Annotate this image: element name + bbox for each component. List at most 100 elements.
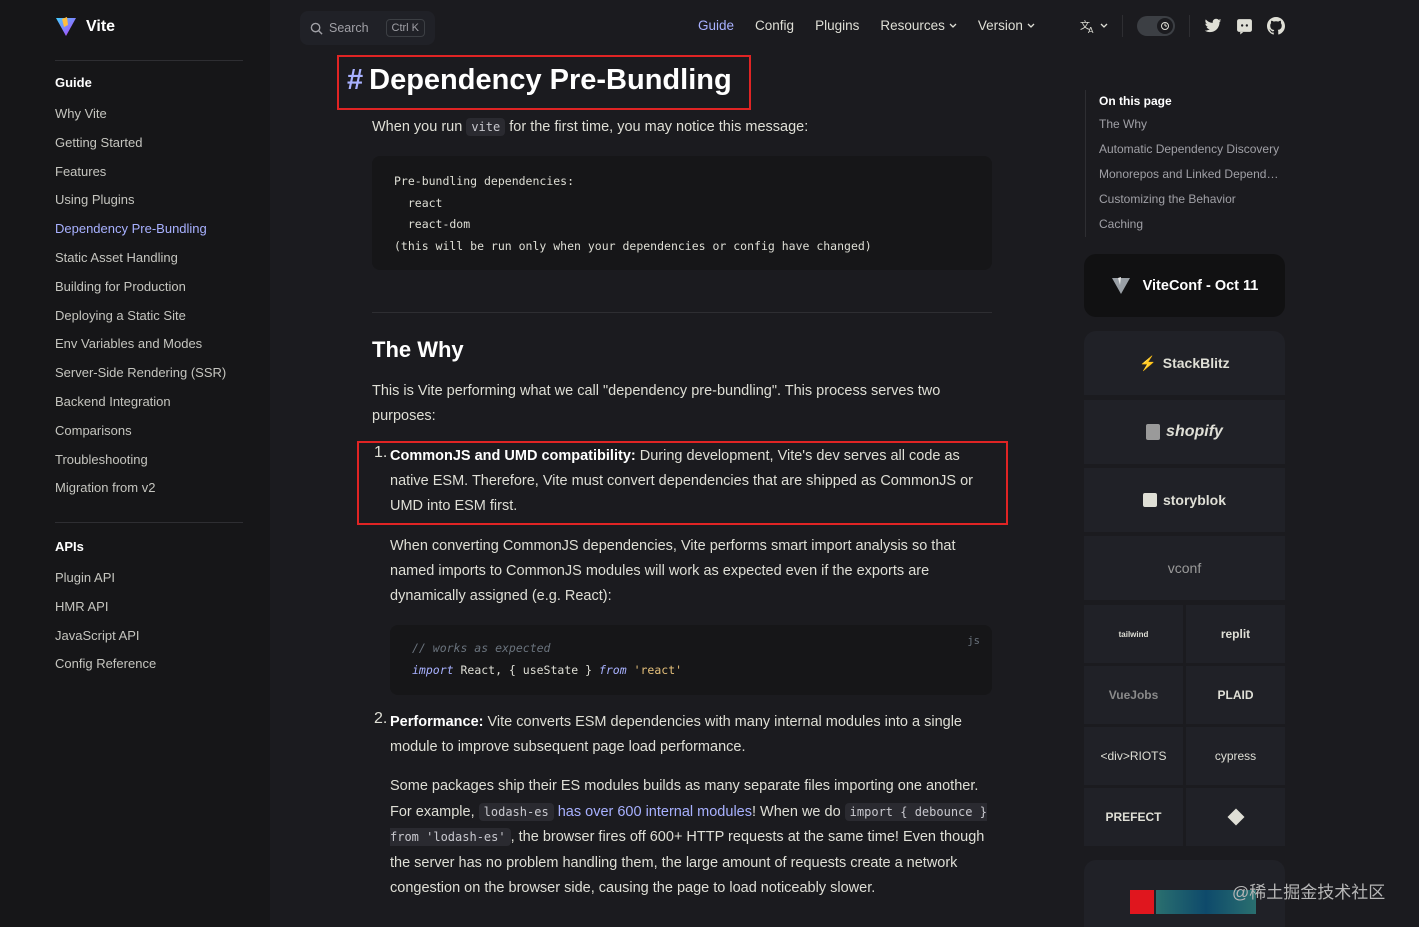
lodash-modules-link[interactable]: has over 600 internal modules (558, 804, 752, 820)
nav-tools: 文A (1080, 15, 1285, 37)
sponsor-vconf[interactable]: vconf (1084, 536, 1285, 600)
paragraph-text: ! When we do (751, 803, 845, 820)
bolt-icon: ⚡ (1139, 354, 1157, 371)
toc-item[interactable]: Monorepos and Linked Dependencies (1099, 162, 1285, 187)
sidebar-item[interactable]: Deploying a Static Site (55, 302, 243, 331)
sidebar-item[interactable]: Backend Integration (55, 388, 243, 417)
code-keyword: from (598, 662, 627, 677)
intro-text: for the first time, you may notice this … (505, 119, 809, 135)
intro-paragraph: When you run vite for the first time, yo… (372, 115, 992, 140)
sidebar-group-apis: APIs Plugin API HMR API JavaScript API Conf… (55, 539, 243, 679)
code-line: react (394, 195, 443, 210)
sponsor-vuejobs[interactable]: VueJobs (1084, 666, 1183, 724)
code-string: 'react' (626, 662, 683, 677)
sidebar-item[interactable]: Getting Started (55, 129, 243, 158)
nav-item-label: Config (755, 18, 795, 33)
sidebar-item[interactable]: Env Variables and Modes (55, 330, 243, 359)
code-lang-label: js (967, 635, 980, 647)
sidebar-item[interactable]: JavaScript API (55, 622, 243, 651)
toc-title: On this page (1099, 94, 1172, 108)
sponsor-label: shopify (1166, 423, 1223, 440)
sponsor-plaid[interactable]: PLAID (1186, 666, 1285, 724)
sidebar-item[interactable]: Dependency Pre-Bundling (55, 215, 243, 244)
code-content: Pre-bundling dependencies: react react-d… (394, 171, 970, 257)
toc-item[interactable]: Customizing the Behavior (1099, 187, 1285, 212)
sponsor-replit[interactable]: replit (1186, 605, 1285, 663)
translate-icon[interactable]: 文A (1080, 18, 1108, 34)
performance-explanation: Some packages ship their ES modules buil… (390, 774, 992, 902)
sponsor-label: VueJobs (1108, 688, 1159, 702)
sidebar-item[interactable]: Server-Side Rendering (SSR) (55, 359, 243, 388)
chevron-down-icon (1100, 23, 1108, 28)
nav-item-plugins[interactable]: Plugins (815, 18, 859, 33)
sidebar: Vite Guide Why Vite Getting Started Featur… (0, 0, 270, 927)
nav-item-label: Guide (698, 18, 735, 33)
sidebar-item[interactable]: Migration from v2 (55, 474, 243, 503)
commonjs-explanation: When converting CommonJS dependencies, V… (390, 538, 956, 604)
sidebar-item[interactable]: Using Plugins (55, 186, 243, 215)
nav-item-version[interactable]: Version (978, 18, 1035, 33)
sponsor-cypress[interactable]: cypress (1186, 727, 1285, 785)
section-intro: This is Vite performing what we call "de… (372, 383, 941, 424)
sponsor-storyblok[interactable]: storyblok (1084, 468, 1285, 532)
intro-text: When you run (372, 119, 467, 135)
nav-item-label: Version (977, 18, 1023, 33)
nav-item-resources[interactable]: Resources (880, 18, 957, 33)
search-label: Search (329, 21, 369, 35)
sidebar-item[interactable]: Static Asset Handling (55, 244, 243, 273)
chevron-down-icon (1027, 23, 1035, 28)
sponsor-prefect[interactable]: PREFECT (1084, 788, 1183, 846)
table-of-contents: On this page The Why Automatic Dependency… (1085, 90, 1285, 237)
discord-icon[interactable] (1236, 18, 1253, 35)
toc-item[interactable]: Automatic Dependency Discovery (1099, 137, 1285, 162)
viteconf-card[interactable]: ViteConf - Oct 11 (1084, 254, 1285, 317)
vite-logo-icon (1111, 276, 1130, 294)
code-line: react-dom (394, 217, 471, 231)
moon-icon (1157, 18, 1173, 34)
sponsor-unknown[interactable] (1186, 788, 1285, 846)
sponsor-divriots[interactable]: <div>RIOTS (1084, 727, 1183, 785)
search-icon (310, 22, 323, 35)
cube-icon (1227, 808, 1244, 826)
storyblok-icon (1142, 493, 1157, 507)
viteconf-label: ViteConf - Oct 11 (1142, 277, 1259, 294)
sidebar-item[interactable]: Troubleshooting (55, 446, 243, 475)
highlight-box-list-item (357, 441, 1008, 525)
code-keyword: import (412, 662, 454, 677)
sponsor-tailwind[interactable]: tailwind (1084, 605, 1183, 663)
watermark: @稀土掘金技术社区 (1232, 883, 1386, 902)
sponsor-shopify[interactable]: shopify (1084, 400, 1285, 464)
sponsor-stackblitz[interactable]: ⚡ StackBlitz (1084, 331, 1285, 395)
twitter-icon[interactable] (1204, 18, 1222, 34)
sidebar-item[interactable]: Plugin API (55, 564, 243, 593)
toc-item[interactable]: Caching (1099, 212, 1285, 237)
logo-text: Vite (86, 18, 116, 35)
sidebar-item[interactable]: Why Vite (55, 100, 243, 129)
sponsor-label: cypress (1214, 749, 1257, 763)
list-item-bold: Performance: (390, 714, 484, 730)
adobe-logo-icon (1130, 890, 1154, 914)
theme-toggle[interactable] (1137, 16, 1175, 36)
code-block-js: js // works as expected import React, { … (390, 625, 992, 695)
logo[interactable]: Vite (55, 16, 115, 38)
sponsor-label: replit (1220, 627, 1251, 641)
inline-code: vite (466, 118, 506, 136)
code-line: Pre-bundling dependencies: (394, 174, 575, 188)
divider (1122, 15, 1123, 37)
search-button[interactable]: Search Ctrl K (300, 11, 435, 45)
code-line: import React, { useState } from 'react' (412, 660, 970, 682)
sponsor-label: tailwind (1118, 629, 1149, 639)
divider (1189, 15, 1190, 37)
nav-item-config[interactable]: Config (755, 18, 794, 33)
nav-item-guide[interactable]: Guide (698, 18, 734, 33)
nav-item-label: Resources (880, 18, 945, 33)
sidebar-item[interactable]: HMR API (55, 593, 243, 622)
sidebar-item[interactable]: Features (55, 158, 243, 187)
toc-item[interactable]: The Why (1099, 112, 1285, 137)
top-nav: Guide Config Plugins Resources Version (698, 18, 1035, 33)
sidebar-item[interactable]: Comparisons (55, 417, 243, 446)
sidebar-item[interactable]: Config Reference (55, 650, 243, 679)
github-icon[interactable] (1267, 17, 1285, 35)
sidebar-item[interactable]: Building for Production (55, 273, 243, 302)
list-item-performance: Performance: Vite converts ESM dependenc… (390, 710, 992, 760)
